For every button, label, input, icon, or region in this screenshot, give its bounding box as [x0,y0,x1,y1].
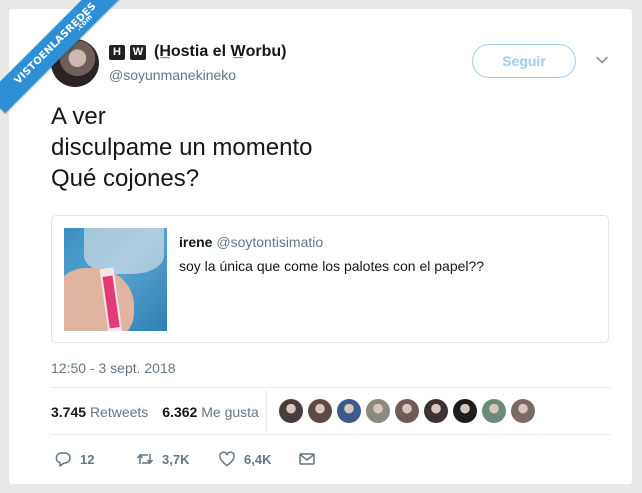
tweet-line: Qué cojones? [51,165,200,192]
liker-avatar[interactable] [453,399,477,423]
emoji-w-icon: W [130,44,146,60]
liker-avatars [279,399,535,423]
quoted-author-handle: @soytontisimatio [216,234,324,250]
quoted-tweet[interactable]: irene @soytontisimatio soy la única que … [51,215,609,343]
likes-label: Me gusta [201,404,259,420]
tweet-line: disculpame un momento [51,134,313,161]
tweet-card: VISTOENLASREDES .com H W (H̲ostia el W̲o… [0,0,632,484]
heart-icon [219,451,235,467]
follow-button[interactable]: Seguir [472,44,576,78]
tweet-actions: 12 3,7K 6,4K [54,450,316,468]
tweet-timestamp[interactable]: 12:50 - 3 sept. 2018 [51,360,176,376]
likes-count: 6.362 [162,404,198,420]
liker-avatar[interactable] [337,399,361,423]
likes-stat[interactable]: 6.362 Me gusta [162,404,259,420]
tweet-text: A ver disculpame un momento Qué cojones? [51,101,312,194]
retweets-stat[interactable]: 3.745 Retweets [51,404,148,420]
liker-avatar[interactable] [279,399,303,423]
quoted-author-name: irene [179,234,213,250]
chevron-down-icon[interactable] [595,53,609,67]
liker-avatar[interactable] [395,399,419,423]
retweet-action[interactable]: 3,7K [136,450,218,468]
author-display-name[interactable]: (H̲ostia el W̲orbu) [154,43,286,61]
divider [51,434,611,435]
divider [51,387,611,388]
tweet-line: A ver [51,103,106,130]
retweets-count: 3.745 [51,404,87,420]
tweet-stats: 3.745 Retweets 6.362 Me gusta [51,404,259,420]
retweet-count: 3,7K [162,451,190,467]
liker-avatar[interactable] [424,399,448,423]
reply-action[interactable]: 12 [54,450,136,468]
liker-avatar[interactable] [511,399,535,423]
quoted-tweet-text: soy la única que come los palotes con el… [179,258,485,274]
reply-icon [55,452,71,467]
envelope-icon [299,453,315,465]
like-action[interactable]: 6,4K [218,450,298,468]
liker-avatar[interactable] [308,399,332,423]
emoji-h-icon: H [109,44,125,60]
author-name-row[interactable]: H W (H̲ostia el W̲orbu) [109,43,286,61]
retweets-label: Retweets [89,404,149,420]
like-count: 6,4K [244,451,272,467]
liker-avatar[interactable] [366,399,390,423]
quoted-tweet-image[interactable] [64,228,167,331]
liker-avatar[interactable] [482,399,506,423]
reply-count: 12 [80,451,95,467]
stats-separator [266,390,267,432]
retweet-icon [136,454,154,464]
author-handle[interactable]: @soyunmanekineko [109,67,236,83]
quoted-author: irene @soytontisimatio [179,234,323,250]
dm-action[interactable] [298,450,316,468]
